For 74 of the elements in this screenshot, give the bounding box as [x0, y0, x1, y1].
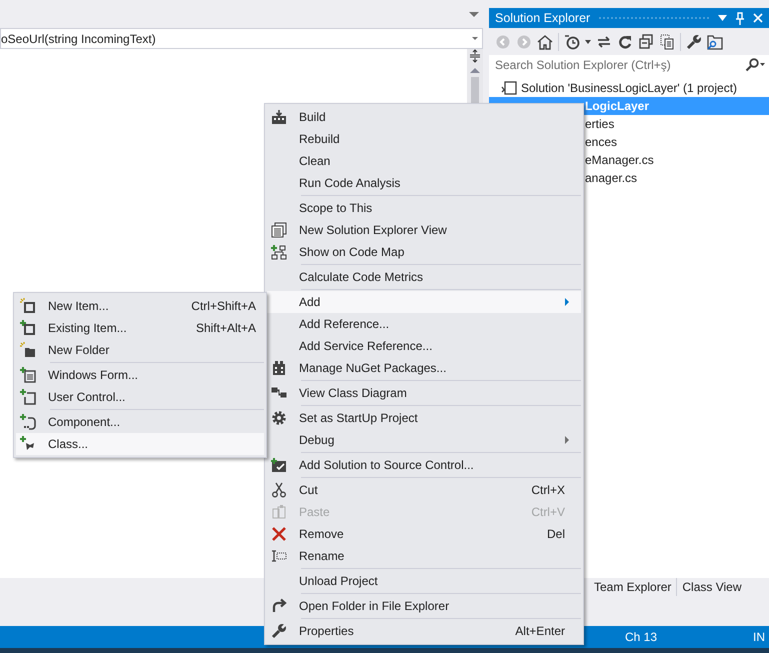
menu-item[interactable]: New Folder: [16, 339, 264, 361]
clock-icon[interactable]: [564, 34, 580, 50]
wrench-icon[interactable]: [686, 34, 702, 50]
menu-item[interactable]: New Item... Ctrl+Shift+A: [16, 295, 264, 317]
window-list-icon: [271, 222, 287, 238]
menu-item[interactable]: Rebuild: [267, 128, 581, 150]
refresh-icon[interactable]: [617, 34, 633, 50]
menu-item[interactable]: Show on Code Map: [267, 241, 581, 263]
column-indicator: Ch 13: [625, 630, 658, 644]
build-icon: [271, 109, 287, 125]
package-icon: [271, 360, 287, 376]
source-control-icon: [271, 457, 287, 473]
clipboard-icon: [271, 504, 287, 520]
menu-item[interactable]: New Solution Explorer View: [267, 219, 581, 241]
menu-item[interactable]: Add: [267, 291, 581, 313]
scissors-icon: [271, 482, 287, 498]
sync-icon[interactable]: [596, 34, 612, 50]
submenu-arrow-icon: [565, 298, 569, 306]
menu-item[interactable]: Clean: [267, 150, 581, 172]
form-icon: [20, 367, 36, 383]
menu-item[interactable]: Existing Item... Shift+Alt+A: [16, 317, 264, 339]
menu-item[interactable]: Add Reference...: [267, 313, 581, 335]
search-field[interactable]: Search Solution Explorer (Ctrl+ş): [489, 55, 769, 75]
pin-icon[interactable]: [735, 12, 745, 24]
close-icon[interactable]: [753, 13, 763, 23]
submenu-arrow-icon: [565, 436, 569, 444]
menu-item[interactable]: Rename: [267, 545, 581, 567]
gear-icon: [271, 410, 287, 426]
code-map-icon: [271, 244, 287, 260]
close-icon: [271, 526, 287, 542]
menu-item[interactable]: Cut Ctrl+X: [267, 479, 581, 501]
wrench-icon: [271, 623, 287, 639]
add-class-icon: [20, 436, 36, 452]
menu-item[interactable]: Windows Form...: [16, 364, 264, 386]
home-icon[interactable]: [537, 34, 553, 50]
search-icon[interactable]: [745, 58, 765, 72]
menu-item[interactable]: Add Service Reference...: [267, 335, 581, 357]
tree-item[interactable]: Solution 'BusinessLogicLayer' (1 project): [489, 79, 769, 97]
menu-item[interactable]: Remove Del: [267, 523, 581, 545]
collapse-icon[interactable]: [638, 34, 654, 50]
menu-item[interactable]: Calculate Code Metrics: [267, 266, 581, 288]
split-icon[interactable]: [468, 49, 482, 63]
add-item-icon: [20, 320, 36, 336]
menu-item[interactable]: Set as StartUp Project: [267, 407, 581, 429]
menu-item[interactable]: Add Solution to Source Control...: [267, 454, 581, 476]
preview-icon[interactable]: [707, 34, 723, 50]
menu-item[interactable]: Scope to This: [267, 197, 581, 219]
menu-item[interactable]: User Control...: [16, 386, 264, 408]
dropdown-arrow-icon[interactable]: [585, 40, 591, 44]
scroll-up-icon[interactable]: [470, 67, 480, 73]
files-icon[interactable]: [659, 34, 675, 50]
menu-item[interactable]: Open Folder in File Explorer: [267, 595, 581, 617]
panel-tab[interactable]: Team Explorer: [589, 578, 678, 596]
panel-tab[interactable]: Class View: [677, 578, 747, 596]
menu-item[interactable]: Component...: [16, 411, 264, 433]
menu-item[interactable]: Manage NuGet Packages...: [267, 357, 581, 379]
menu-item[interactable]: Run Code Analysis: [267, 172, 581, 194]
insert-mode-indicator: IN: [753, 630, 766, 644]
dropdown-arrow-icon[interactable]: [718, 15, 727, 21]
curved-arrow-icon: [271, 598, 287, 614]
menu-item[interactable]: View Class Diagram: [267, 382, 581, 404]
component-icon: [20, 414, 36, 430]
rename-icon: [271, 548, 287, 564]
menu-item[interactable]: Debug: [267, 429, 581, 451]
new-folder-icon: [20, 342, 36, 358]
control-icon: [20, 389, 36, 405]
dropdown-arrow-icon[interactable]: [469, 12, 479, 16]
menu-item[interactable]: Properties Alt+Enter: [267, 620, 581, 642]
solution-icon: [501, 81, 517, 95]
menu-item[interactable]: Unload Project: [267, 570, 581, 592]
navigation-dropdown[interactable]: oSeoUrl(string IncomingText): [0, 28, 483, 49]
new-item-icon: [20, 298, 36, 314]
panel-title: Solution Explorer: [495, 11, 590, 25]
menu-item[interactable]: Class...: [16, 433, 264, 455]
